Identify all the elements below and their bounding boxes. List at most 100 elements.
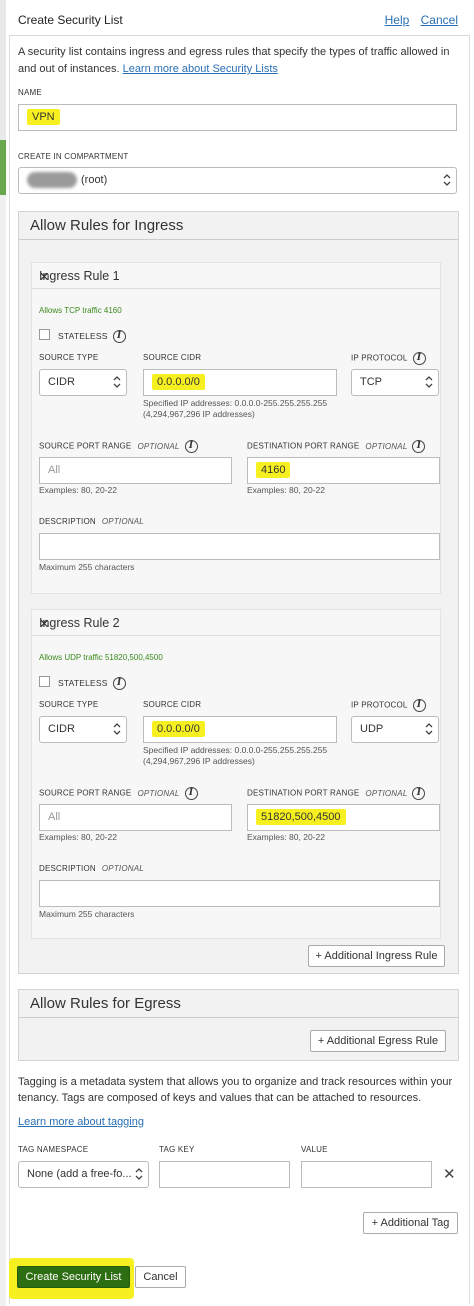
protocol-label-wrap: IP PROTOCOL i [351, 352, 426, 365]
tagging-text: Tagging is a metadata system that allows… [18, 1076, 453, 1088]
destination-port-value: 51820,500,4500 [256, 809, 346, 825]
egress-section-title: Allow Rules for Egress [30, 995, 181, 1012]
protocol-select[interactable]: TCP [351, 369, 439, 396]
egress-section: Allow Rules for Egress + Additional Egre… [18, 989, 459, 1061]
tagging-text-line2: tenancy. Tags are composed of keys and v… [18, 1092, 422, 1104]
description-help: Maximum 255 characters [39, 909, 135, 919]
tag-key-input[interactable] [159, 1161, 290, 1188]
protocol-value: TCP [360, 376, 382, 388]
ingress-section-title: Allow Rules for Ingress [30, 217, 184, 234]
stateless-label-wrap: STATELESS i [58, 330, 126, 343]
ingress-rule-2: Ingress Rule 2 ✕ Allows UDP traffic 51820… [31, 609, 441, 939]
examples-text: Examples: 80, 20-22 [39, 485, 117, 495]
select-chevron-icon [443, 174, 451, 186]
protocol-label-wrap: IP PROTOCOL i [351, 699, 426, 712]
add-egress-rule-button[interactable]: + Additional Egress Rule [310, 1030, 446, 1052]
header-cancel-link[interactable]: Cancel [421, 13, 458, 27]
compartment-select[interactable]: (root) [18, 167, 457, 194]
source-port-input[interactable]: All [39, 804, 232, 831]
background-page-strip [0, 140, 6, 195]
dialog-title: Create Security List [18, 13, 123, 27]
compartment-value: (root) [81, 174, 108, 186]
description-input[interactable] [39, 533, 440, 560]
examples-text: Examples: 80, 20-22 [247, 485, 325, 495]
optional-tag: OPTIONAL [365, 788, 408, 798]
select-chevron-icon [425, 723, 433, 735]
info-icon[interactable]: i [184, 787, 198, 800]
redacted-compartment [27, 172, 77, 189]
protocol-label: IP PROTOCOL [351, 353, 408, 363]
dst-port-label: DESTINATION PORT RANGE [247, 788, 360, 798]
compartment-label: CREATE IN COMPARTMENT [18, 152, 129, 161]
destination-port-input[interactable]: 4160 [247, 457, 440, 484]
source-cidr-input[interactable]: 0.0.0.0/0 [143, 716, 337, 743]
cancel-button[interactable]: Cancel [135, 1266, 186, 1288]
desc-label-wrap: DESCRIPTION OPTIONAL [39, 517, 144, 526]
info-icon[interactable]: i [112, 330, 126, 343]
optional-tag: OPTIONAL [101, 517, 144, 526]
info-icon[interactable]: i [412, 699, 426, 712]
source-type-label: SOURCE TYPE [39, 700, 99, 709]
tag-key-label: TAG KEY [159, 1145, 195, 1154]
src-port-label: SOURCE PORT RANGE [39, 441, 132, 451]
protocol-value: UDP [360, 723, 384, 735]
source-cidr-input[interactable]: 0.0.0.0/0 [143, 369, 337, 396]
cidr-help-count: (4,294,967,296 IP addresses) [143, 756, 255, 766]
info-icon[interactable]: i [112, 677, 126, 690]
desc-label-wrap: DESCRIPTION OPTIONAL [39, 864, 144, 873]
source-type-value: CIDR [48, 376, 75, 388]
name-label: NAME [18, 88, 42, 97]
select-chevron-icon [113, 376, 121, 388]
source-type-select[interactable]: CIDR [39, 716, 127, 743]
info-icon[interactable]: i [184, 440, 198, 453]
destination-port-input[interactable]: 51820,500,4500 [247, 804, 440, 831]
close-icon[interactable]: ✕ [39, 269, 432, 284]
dst-port-label-wrap: DESTINATION PORT RANGE OPTIONAL i [247, 440, 426, 453]
name-input[interactable]: VPN [18, 104, 457, 131]
select-chevron-icon [135, 1168, 143, 1180]
name-value: VPN [27, 109, 60, 125]
source-cidr-label: SOURCE CIDR [143, 700, 202, 709]
dialog-body: A security list contains ingress and egr… [9, 36, 470, 1304]
info-icon[interactable]: i [412, 787, 426, 800]
tag-value-label: VALUE [301, 1145, 328, 1154]
stateless-checkbox[interactable] [39, 676, 50, 687]
rule-summary: Allows UDP traffic 51820,500,4500 [39, 653, 163, 662]
examples-text: Examples: 80, 20-22 [39, 832, 117, 842]
description-input[interactable] [39, 880, 440, 907]
protocol-select[interactable]: UDP [351, 716, 439, 743]
source-type-select[interactable]: CIDR [39, 369, 127, 396]
learn-more-security-lists-link[interactable]: Learn more about Security Lists [123, 63, 278, 75]
stateless-label: STATELESS [58, 677, 108, 688]
optional-tag: OPTIONAL [365, 441, 408, 451]
tag-value-input[interactable] [301, 1161, 432, 1188]
learn-more-tagging-link[interactable]: Learn more about tagging [18, 1116, 144, 1128]
source-port-input[interactable]: All [39, 457, 232, 484]
select-chevron-icon [425, 376, 433, 388]
info-icon[interactable]: i [412, 352, 426, 365]
source-cidr-value: 0.0.0.0/0 [152, 374, 205, 390]
stateless-checkbox[interactable] [39, 329, 50, 340]
intro-text-line2: and out of instances. Learn more about S… [18, 63, 278, 75]
remove-tag-close-icon[interactable]: ✕ [443, 1165, 456, 1183]
source-cidr-value: 0.0.0.0/0 [152, 721, 205, 737]
source-type-label: SOURCE TYPE [39, 353, 99, 362]
protocol-label: IP PROTOCOL [351, 700, 408, 710]
tag-namespace-select[interactable]: None (add a free-fo... [18, 1161, 149, 1188]
optional-tag: OPTIONAL [137, 441, 180, 451]
create-security-list-button[interactable]: Create Security List [17, 1266, 130, 1288]
add-tag-button[interactable]: + Additional Tag [363, 1212, 458, 1234]
close-icon[interactable]: ✕ [39, 616, 432, 631]
src-port-label-wrap: SOURCE PORT RANGE OPTIONAL i [39, 787, 198, 800]
ingress-section: Allow Rules for Ingress Ingress Rule 1 ✕ … [18, 211, 459, 974]
ingress-rule-1: Ingress Rule 1 ✕ Allows TCP traffic 4160 … [31, 262, 441, 594]
stateless-label: STATELESS [58, 330, 108, 341]
add-ingress-rule-button[interactable]: + Additional Ingress Rule [308, 945, 445, 967]
help-link[interactable]: Help [385, 13, 410, 27]
dialog-frame: Create Security List Help Cancel A secur… [0, 0, 474, 1306]
intro-text: A security list contains ingress and egr… [18, 46, 450, 58]
info-icon[interactable]: i [412, 440, 426, 453]
background-page-strip [0, 0, 6, 140]
select-chevron-icon [113, 723, 121, 735]
optional-tag: OPTIONAL [137, 788, 180, 798]
